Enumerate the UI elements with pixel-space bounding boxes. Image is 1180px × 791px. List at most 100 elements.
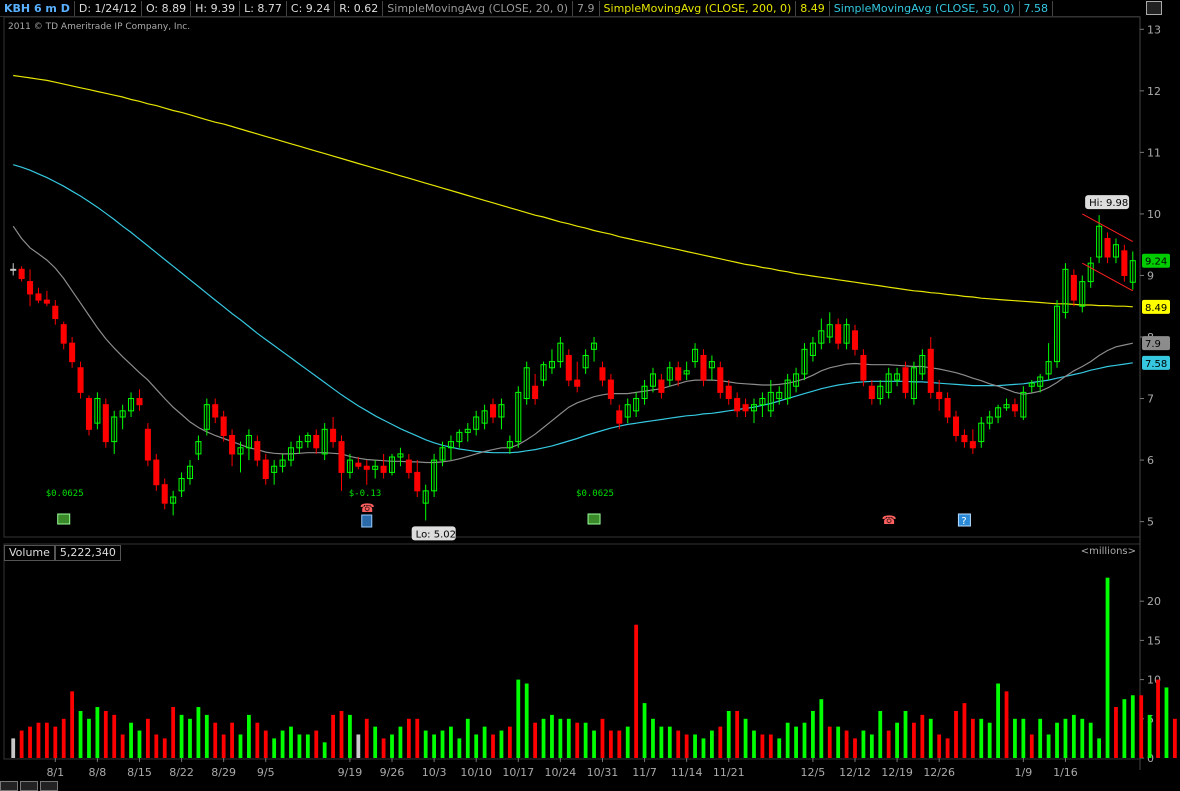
candle-body xyxy=(1104,238,1111,258)
price-axis-label-text: 8.49 xyxy=(1145,303,1167,314)
earnings-phone-icon: ☎ xyxy=(882,513,897,527)
volume-bar xyxy=(499,730,504,758)
volume-bar xyxy=(701,738,706,758)
volume-bar xyxy=(634,624,639,758)
volume-bar xyxy=(819,699,824,758)
volume-bar xyxy=(1004,691,1009,758)
candle xyxy=(506,435,513,454)
price-tick-label: 12 xyxy=(1147,85,1161,98)
candle xyxy=(153,453,160,491)
candle xyxy=(767,380,774,417)
volume-label[interactable]: Volume xyxy=(4,545,55,561)
volume-bar xyxy=(541,718,546,758)
candle-body xyxy=(675,367,682,381)
sma50-line xyxy=(13,164,1133,454)
volume-bar xyxy=(811,710,815,758)
volume-bar xyxy=(297,734,302,758)
candle-body xyxy=(229,434,236,455)
candle-body xyxy=(927,348,934,393)
candle-body xyxy=(969,441,976,449)
candle xyxy=(1020,386,1027,421)
volume-bar xyxy=(61,718,66,758)
candle xyxy=(136,389,143,411)
volume-bar xyxy=(482,726,487,758)
earnings-phone-icon: ☎ xyxy=(360,501,375,515)
volume-bar xyxy=(221,734,226,758)
candle-body xyxy=(936,391,943,400)
footer-button[interactable] xyxy=(0,781,18,791)
x-tick-label: 8/8 xyxy=(89,766,107,779)
volume-bar xyxy=(768,734,773,758)
sma20-line xyxy=(12,225,1133,464)
x-tick-label: 11/14 xyxy=(671,766,703,779)
volume-bar xyxy=(533,722,538,758)
volume-bar xyxy=(718,726,723,758)
candle xyxy=(431,453,438,497)
candle-body xyxy=(860,354,867,381)
candle xyxy=(464,423,471,442)
x-tick-label: 8/1 xyxy=(46,766,64,779)
x-tick-label: 10/17 xyxy=(502,766,534,779)
volume-bar xyxy=(457,738,462,758)
candle-body xyxy=(405,459,412,473)
event-marker: ? xyxy=(957,513,971,527)
volume-bar xyxy=(752,730,756,758)
volume-value: 5,222,340 xyxy=(54,545,121,561)
candle xyxy=(186,460,194,485)
dividend-icon xyxy=(57,513,71,525)
volume-bar xyxy=(912,722,916,758)
candle xyxy=(540,361,547,387)
candle xyxy=(978,417,985,448)
candle xyxy=(1037,373,1044,393)
event-marker xyxy=(361,514,373,528)
x-tick-label: 8/15 xyxy=(127,766,152,779)
volume-bar xyxy=(1013,718,1017,758)
volume-bar xyxy=(600,718,605,758)
volume-header: Volume 5,222,340 xyxy=(4,545,121,561)
price-axis-label: 8.49 xyxy=(1142,299,1170,314)
volume-bar xyxy=(659,726,664,758)
candle xyxy=(515,386,522,448)
candle xyxy=(851,324,859,356)
x-tick-label: 12/5 xyxy=(801,766,826,779)
volume-bar xyxy=(314,730,319,758)
candle-body xyxy=(60,324,67,344)
candle xyxy=(43,290,50,307)
candle xyxy=(952,410,960,442)
volume-bar xyxy=(280,730,285,758)
candle xyxy=(944,392,951,424)
candle-body xyxy=(851,330,859,350)
volume-bar xyxy=(507,726,512,758)
candle xyxy=(692,343,699,368)
candle xyxy=(313,429,320,454)
candle-body xyxy=(725,385,732,400)
candle xyxy=(212,398,219,424)
volume-bar xyxy=(78,710,83,758)
volume-bar xyxy=(1046,734,1051,758)
candle xyxy=(279,453,286,473)
footer-button[interactable] xyxy=(40,781,58,791)
volume-bar xyxy=(247,714,251,758)
candle-body xyxy=(27,281,34,295)
x-tick-label: 1/16 xyxy=(1053,766,1078,779)
candle xyxy=(77,361,84,399)
candle xyxy=(388,453,396,476)
x-tick-label: 12/26 xyxy=(923,766,955,779)
candle xyxy=(936,380,943,411)
candle xyxy=(27,269,34,307)
candle xyxy=(1003,398,1010,411)
volume-bar xyxy=(11,738,16,758)
volume-bar xyxy=(1105,577,1110,758)
candle-body xyxy=(1011,404,1018,412)
chart-canvas[interactable]: 5678910111213051015209.248.497.97.58Hi: … xyxy=(0,0,1180,789)
volume-bar xyxy=(137,730,142,758)
candle xyxy=(877,380,884,405)
candle xyxy=(456,429,463,448)
volume-bar xyxy=(928,718,933,758)
footer-button[interactable] xyxy=(20,781,38,791)
candle xyxy=(1112,238,1119,264)
candle xyxy=(35,287,42,304)
volume-bar xyxy=(970,718,975,758)
candle-body xyxy=(532,385,539,400)
candle xyxy=(910,361,917,405)
